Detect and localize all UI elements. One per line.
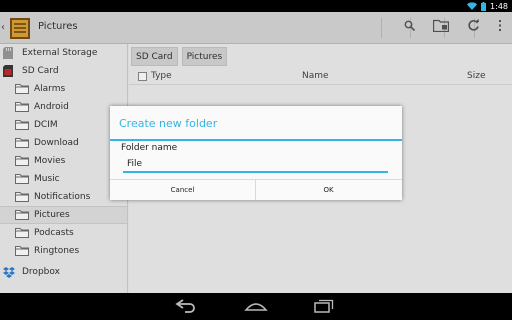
create-folder-dialog: Create new folder Folder name Cancel OK [110,106,402,200]
folder-name-input[interactable] [123,157,388,173]
cancel-button[interactable]: Cancel [110,180,255,200]
navigation-bar [0,293,512,320]
folder-name-label: Folder name [121,143,178,153]
battery-icon [481,1,487,11]
dialog-title: Create new folder [119,117,218,130]
ok-button[interactable]: OK [256,180,401,200]
status-time: 1:48 [490,1,508,11]
wifi-icon [467,2,478,10]
back-icon[interactable] [175,299,197,313]
status-bar: 1:48 [0,0,512,12]
dialog-title-divider [110,139,402,141]
recent-apps-icon[interactable] [314,299,334,313]
home-icon[interactable] [244,299,268,313]
